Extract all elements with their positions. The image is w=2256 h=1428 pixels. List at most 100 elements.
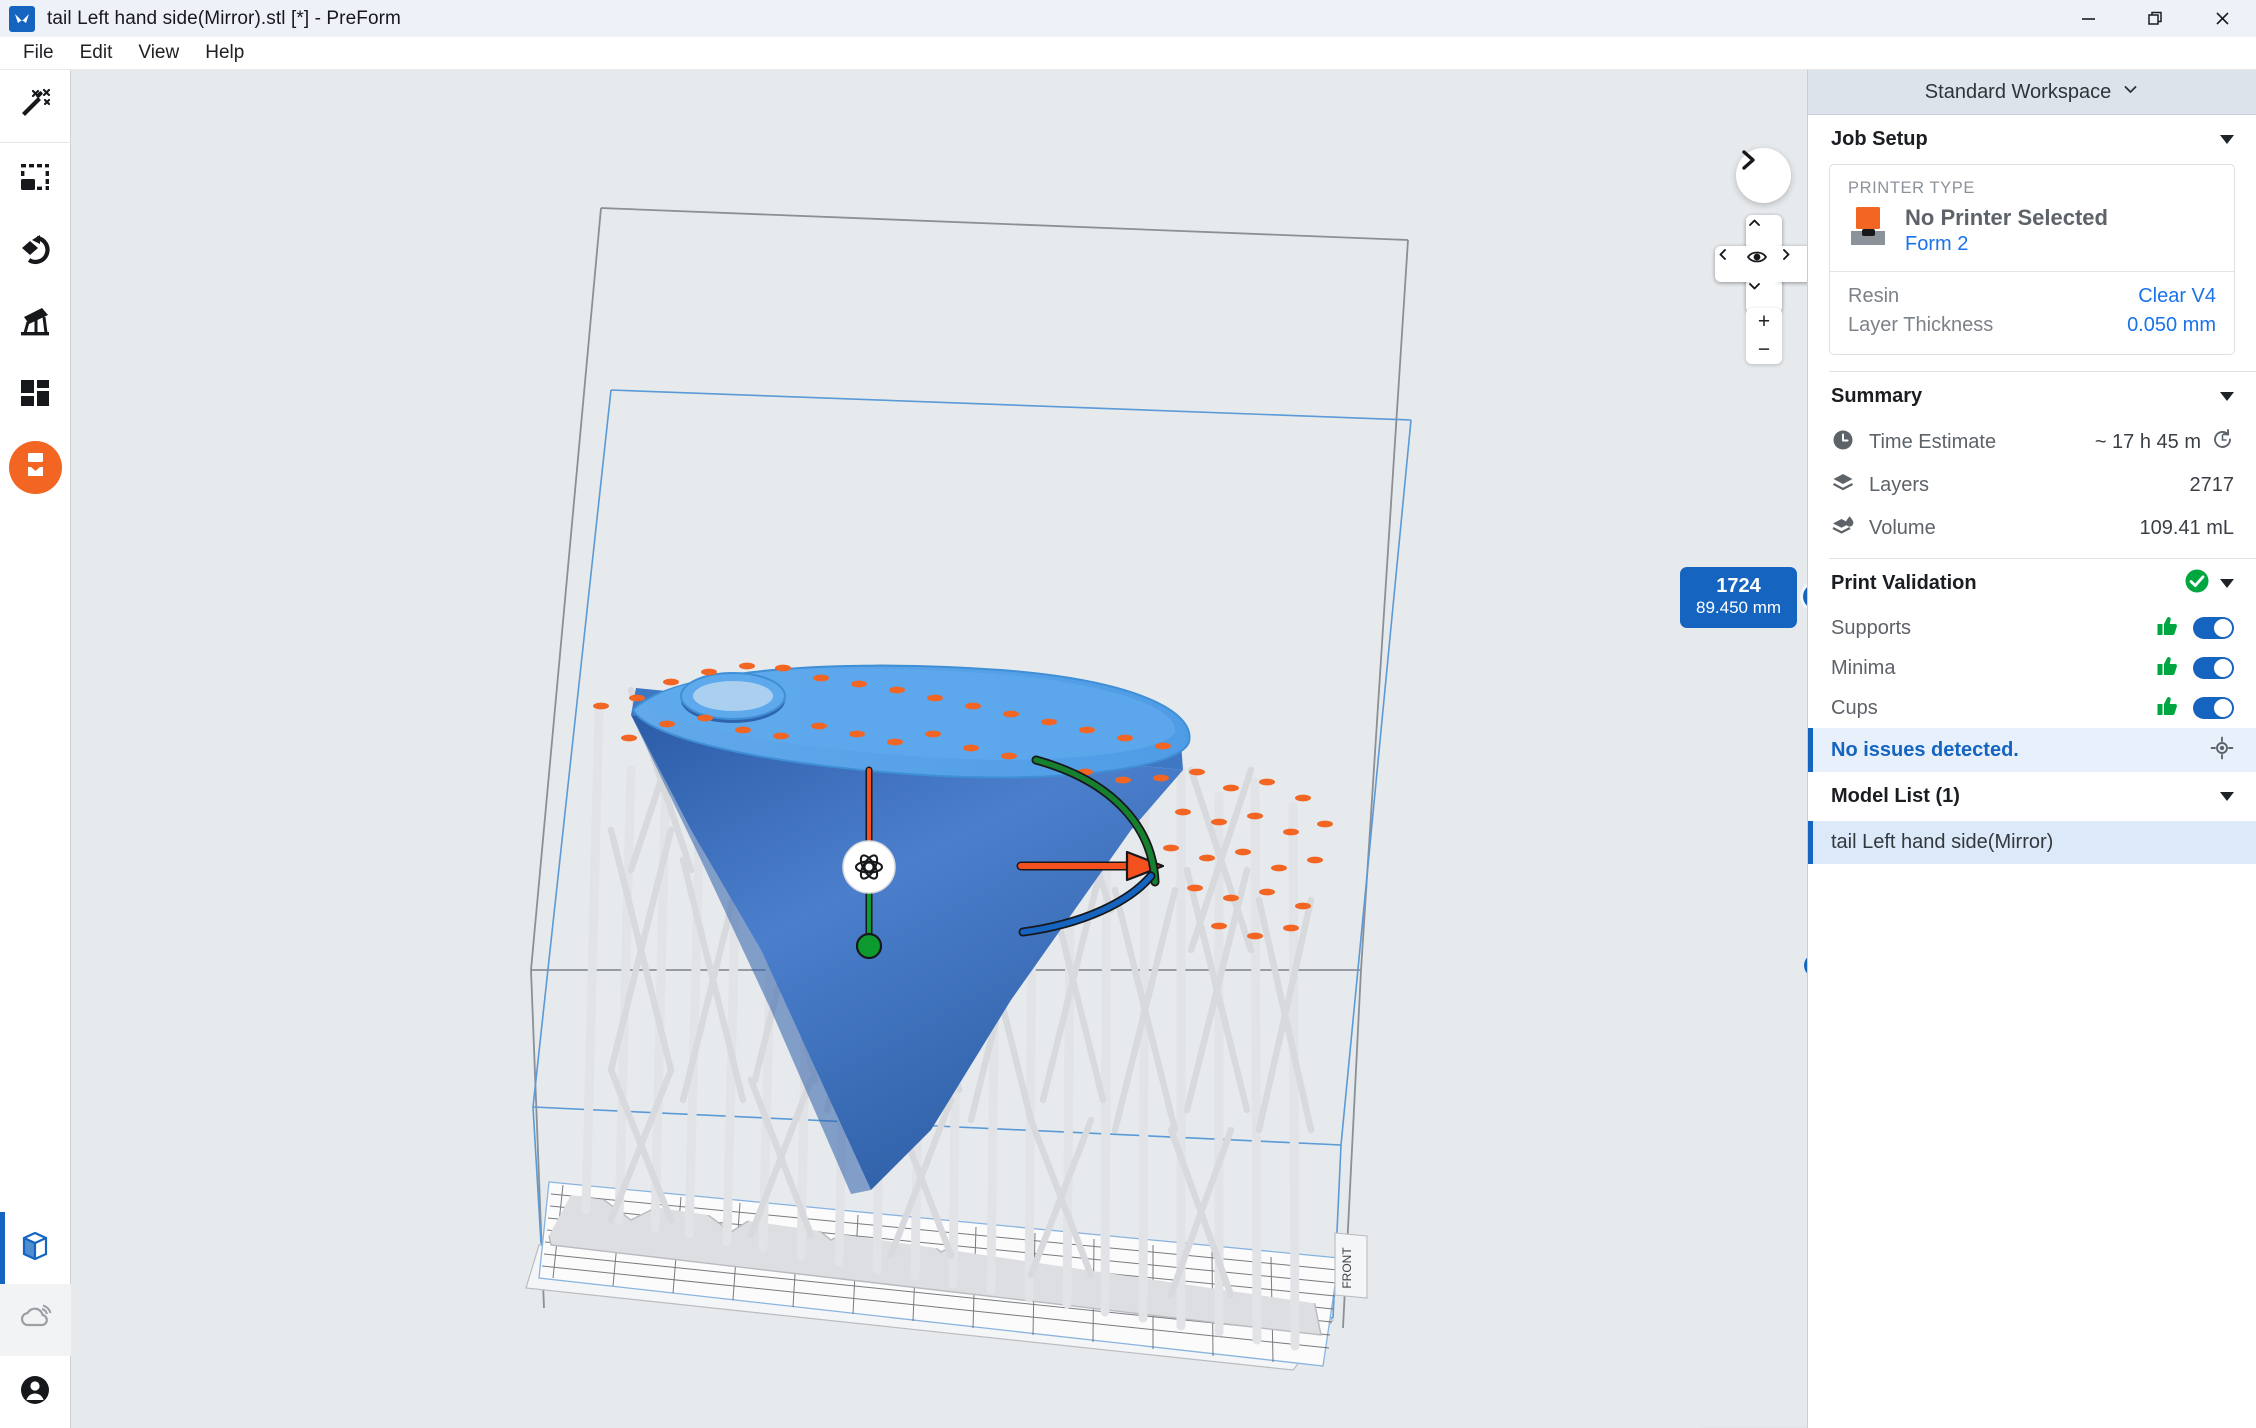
platform-tab: FRONT [1334, 1232, 1368, 1299]
volume-label: Volume [1869, 517, 1936, 540]
dashboard-button[interactable] [0, 1284, 71, 1356]
account-button[interactable] [0, 1356, 71, 1428]
layer-thickness-value[interactable]: 0.050 mm [2127, 314, 2216, 337]
scene-button[interactable] [0, 1212, 71, 1284]
summary-title: Summary [1831, 385, 1923, 408]
job-setup-collapse-icon[interactable] [2220, 135, 2234, 144]
cups-validation-row: Cups [1808, 688, 2256, 728]
cups-label: Cups [1831, 696, 1878, 719]
printer-card: PRINTER TYPE No Printer Selected Form 2 [1829, 164, 2235, 356]
clock-icon [1831, 428, 1855, 457]
volume-icon [1831, 514, 1855, 543]
layer-height-value: 89.450 mm [1696, 598, 1782, 617]
layer-number-value: 1724 [1716, 575, 1761, 597]
layer-thickness-label: Layer Thickness [1848, 314, 1994, 337]
menu-item-help[interactable]: Help [192, 38, 257, 68]
supports-validation-row: Supports [1808, 608, 2256, 648]
summary-collapse-icon[interactable] [2220, 392, 2234, 402]
layers-row: Layers 2717 [1808, 464, 2256, 507]
resin-value[interactable]: Clear V4 [2138, 285, 2216, 308]
printer-name: No Printer Selected [1905, 205, 2108, 230]
target-locate-icon[interactable] [2210, 736, 2234, 765]
resin-label: Resin [1848, 285, 1900, 308]
window-title: tail Left hand side(Mirror).stl [*] - Pr… [47, 7, 401, 29]
menu-item-view[interactable]: View [125, 38, 192, 68]
orient-rotate-icon [18, 232, 52, 271]
chevron-down-icon [2122, 81, 2139, 104]
left-toolbar [0, 70, 71, 1428]
cups-toggle[interactable] [2193, 697, 2234, 720]
layers-label: Layers [1869, 474, 1930, 497]
zoom-out-button[interactable]: − [1746, 336, 1782, 364]
model-list-item[interactable]: tail Left hand side(Mirror) [1808, 821, 2256, 865]
supports-toggle[interactable] [2193, 617, 2234, 640]
layer-thickness-row[interactable]: Layer Thickness 0.050 mm [1848, 311, 2216, 340]
workspace-selector[interactable]: Standard Workspace [1808, 70, 2256, 115]
time-estimate-label: Time Estimate [1869, 431, 1997, 454]
minimize-button[interactable] [2055, 0, 2122, 37]
user-account-icon [18, 1373, 52, 1412]
model-list-collapse-icon[interactable] [2220, 792, 2234, 802]
printer-type-label: PRINTER TYPE [1848, 179, 1976, 197]
menu-item-edit[interactable]: Edit [67, 38, 126, 68]
minima-label: Minima [1831, 656, 1896, 679]
print-button[interactable] [0, 431, 71, 503]
close-button[interactable] [2189, 0, 2256, 37]
one-click-print-button[interactable] [0, 70, 71, 142]
issues-text: No issues detected. [1831, 738, 2019, 761]
zoom-in-button[interactable]: + [1746, 308, 1782, 336]
job-setup-header[interactable]: Job Setup [1808, 115, 2256, 164]
green-check-icon [2184, 568, 2210, 599]
zoom-controls: + − [1746, 308, 1782, 364]
model-list-header[interactable]: Model List (1) [1808, 772, 2256, 821]
refresh-icon[interactable] [2211, 428, 2234, 457]
model-list-title: Model List (1) [1831, 785, 1960, 808]
restore-button[interactable] [2122, 0, 2189, 37]
thumbs-up-icon [2156, 614, 2179, 642]
3d-viewport[interactable]: FRONT + − 1724 89.450 mm [71, 70, 1807, 1428]
preform-logo-icon [9, 5, 35, 32]
print-validation-title: Print Validation [1831, 572, 1977, 595]
layout-icon [18, 376, 52, 415]
print-validation-collapse-icon[interactable] [2220, 579, 2234, 589]
window-controls [2055, 0, 2256, 37]
view-navigation-pad [1715, 215, 1807, 313]
printer-model-link[interactable]: Form 2 [1905, 233, 2108, 256]
layers-value: 2717 [2189, 474, 2235, 497]
right-sidebar: Standard Workspace Job Setup PRINTER TYP… [1807, 70, 2256, 1428]
reset-view-button[interactable] [1746, 246, 1782, 282]
one-click-print-icon [18, 87, 52, 126]
layers-icon [1831, 471, 1855, 500]
minima-validation-row: Minima [1808, 648, 2256, 688]
build-scene: FRONT [525, 207, 1412, 1371]
orient-button[interactable] [0, 215, 71, 287]
collapse-panel-button[interactable] [1736, 148, 1791, 203]
summary-header[interactable]: Summary [1808, 372, 2256, 421]
volume-row: Volume 109.41 mL [1808, 507, 2256, 550]
print-icon [21, 450, 50, 484]
size-move-button[interactable] [0, 143, 71, 215]
layout-button[interactable] [0, 359, 71, 431]
supports-button[interactable] [0, 287, 71, 359]
layer-slider-tooltip: 1724 89.450 mm [1680, 567, 1798, 629]
cloud-dashboard-icon [18, 1301, 52, 1340]
select-move-icon [18, 160, 52, 199]
time-estimate-value: ~ 17 h 45 m [2094, 431, 2201, 454]
printer-icon [1848, 205, 1890, 254]
print-validation-header[interactable]: Print Validation [1808, 559, 2256, 608]
menu-item-file[interactable]: File [10, 38, 67, 68]
workspace-label: Standard Workspace [1924, 80, 2112, 103]
menu-bar: File Edit View Help [0, 37, 2256, 70]
minima-toggle[interactable] [2193, 657, 2234, 680]
platform-tab-label: FRONT [1340, 1247, 1354, 1289]
resin-row[interactable]: Resin Clear V4 [1848, 282, 2216, 311]
supports-icon [18, 304, 52, 343]
model-list-item-label: tail Left hand side(Mirror) [1831, 831, 2054, 854]
title-bar: tail Left hand side(Mirror).stl [*] - Pr… [0, 0, 2256, 37]
thumbs-up-icon [2156, 694, 2179, 722]
supports-label: Supports [1831, 616, 1912, 639]
scene-cube-icon [18, 1229, 52, 1268]
volume-value: 109.41 mL [2139, 517, 2234, 540]
thumbs-up-icon [2156, 654, 2179, 682]
time-estimate-row: Time Estimate ~ 17 h 45 m [1808, 421, 2256, 464]
